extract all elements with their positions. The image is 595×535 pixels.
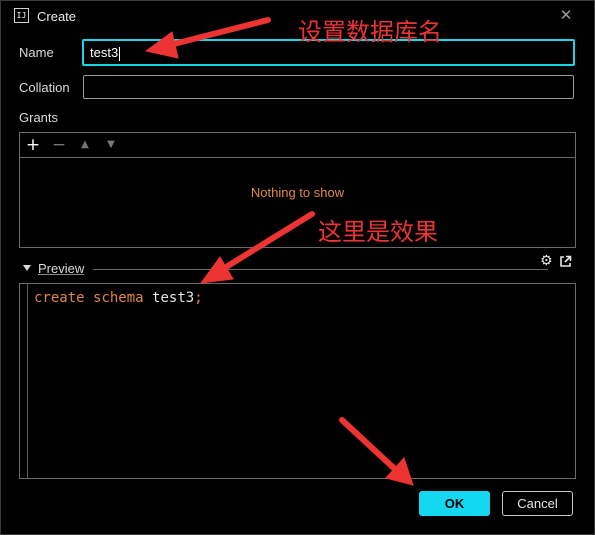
remove-icon[interactable]: − bbox=[50, 136, 68, 154]
dialog-title: Create bbox=[37, 9, 77, 24]
code-keyword-create: create bbox=[34, 290, 85, 306]
open-external-icon[interactable] bbox=[559, 255, 572, 268]
preview-divider bbox=[93, 269, 548, 270]
code-terminator: ; bbox=[194, 290, 203, 306]
code-keyword-schema: schema bbox=[93, 290, 144, 306]
ok-button[interactable]: OK bbox=[419, 491, 490, 516]
collation-input[interactable] bbox=[83, 75, 574, 99]
move-up-icon[interactable]: ▲ bbox=[76, 136, 94, 154]
code-identifier: test3 bbox=[152, 290, 195, 306]
preview-label[interactable]: Preview bbox=[38, 261, 84, 276]
preview-code: create schema test3; bbox=[34, 290, 203, 306]
grants-toolbar: + − ▲ ▼ bbox=[20, 133, 575, 158]
move-down-icon[interactable]: ▼ bbox=[102, 136, 120, 154]
editor-gutter bbox=[27, 284, 28, 478]
preview-header[interactable]: Preview bbox=[21, 261, 548, 277]
intellij-logo-icon: IJ bbox=[14, 8, 29, 23]
annotation-preview-note: 这里是效果 bbox=[318, 218, 438, 246]
collapse-arrow-icon[interactable] bbox=[23, 265, 31, 271]
grants-label: Grants bbox=[19, 110, 59, 125]
cancel-button[interactable]: Cancel bbox=[502, 491, 573, 516]
add-icon[interactable]: + bbox=[24, 136, 42, 154]
preview-editor[interactable]: create schema test3; bbox=[19, 283, 576, 479]
name-label: Name bbox=[19, 45, 54, 60]
create-dialog: IJ Create ✕ Name test3 Collation Grants … bbox=[0, 0, 595, 535]
grants-table[interactable]: + − ▲ ▼ Nothing to show bbox=[19, 132, 576, 248]
gear-icon[interactable]: ⚙ bbox=[540, 254, 554, 268]
grants-empty-text: Nothing to show bbox=[250, 185, 345, 200]
name-value: test3 bbox=[90, 45, 119, 60]
annotation-name-note: 设置数据库名 bbox=[298, 18, 442, 46]
text-caret bbox=[119, 46, 121, 61]
collation-label: Collation bbox=[19, 80, 70, 95]
close-icon[interactable]: ✕ bbox=[557, 6, 575, 24]
